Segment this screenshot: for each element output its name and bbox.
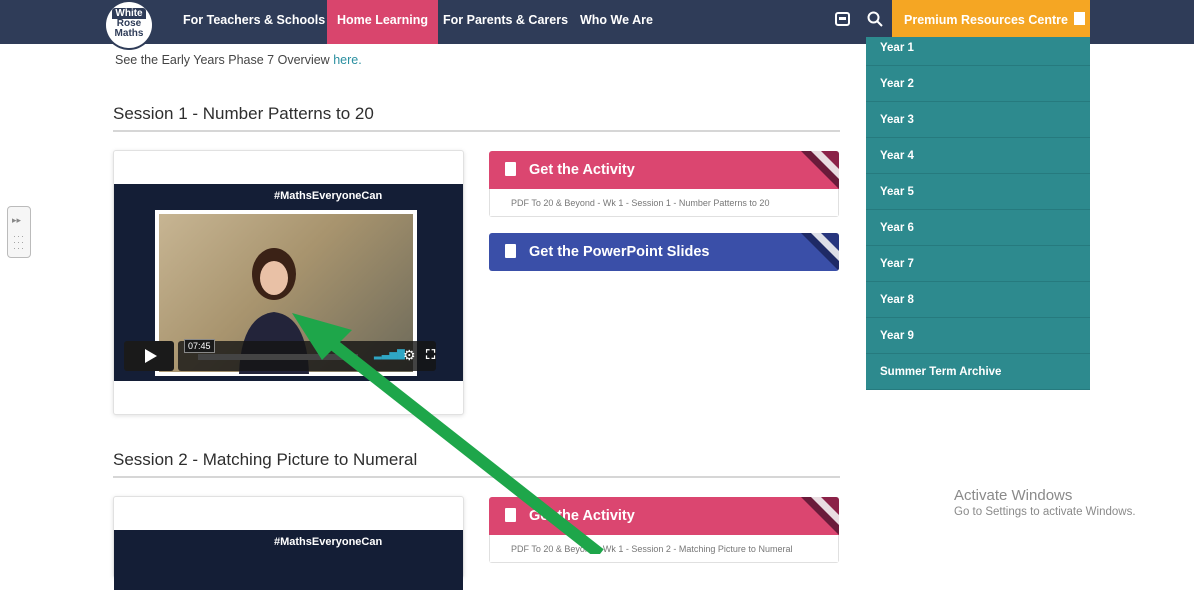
session-1-activity-file[interactable]: PDF To 20 & Beyond - Wk 1 - Session 1 - … [489,189,839,217]
get-powerpoint-label: Get the PowerPoint Slides [529,244,710,260]
volume-icon[interactable]: ▂▃▅▇ [374,349,405,360]
dropdown-year-1[interactable]: Year 1 [866,37,1090,66]
nav-link-parents-carers[interactable]: For Parents & Carers [433,0,578,44]
session-1-title: Session 1 - Number Patterns to 20 [113,104,374,123]
dropdown-year-5[interactable]: Year 5 [866,174,1090,210]
video-hashtag: #MathsEveryoneCan [274,536,383,548]
video-scrubber[interactable]: 07:45 ▂▃▅▇ ⚙ ⛶ [178,339,436,371]
nav-link-home-learning[interactable]: Home Learning [327,0,438,44]
fullscreen-icon[interactable]: ⛶ [426,347,435,363]
dropdown-year-8[interactable]: Year 8 [866,282,1090,318]
video-time: 07:45 [184,339,215,353]
gear-icon[interactable]: ⚙ [403,347,416,364]
corner-decoration-icon [801,497,839,535]
search-icon[interactable] [866,10,886,30]
overview-link[interactable]: here. [333,53,362,67]
dropdown-year-6[interactable]: Year 6 [866,210,1090,246]
dropdown-summer-term-archive[interactable]: Summer Term Archive [866,354,1090,390]
progress-track[interactable] [198,354,358,360]
basket-icon[interactable] [834,10,854,30]
get-powerpoint-button[interactable]: Get the PowerPoint Slides [489,233,839,271]
get-activity-label: Get the Activity [529,162,635,178]
overview-text: See the Early Years Phase 7 Overview her… [115,53,362,67]
grip-icon: ··· ··· ··· [13,231,25,253]
get-activity-button[interactable]: Get the Activity [489,497,839,535]
expand-icon: ▸▸ [12,215,22,225]
get-activity-label: Get the Activity [529,508,635,524]
side-panel-handle[interactable]: ▸▸ ··· ··· ··· [7,206,31,258]
home-learning-dropdown: Year 1 Year 2 Year 3 Year 4 Year 5 Year … [866,37,1090,390]
dropdown-year-9[interactable]: Year 9 [866,318,1090,354]
session-2-video-card: #MathsEveryoneCan [113,496,464,590]
activate-subtitle: Go to Settings to activate Windows. [954,506,1136,518]
corner-decoration-icon [801,151,839,189]
session-1-divider [113,130,840,132]
document-icon [505,508,516,522]
session-1-video-player[interactable]: #MathsEveryoneCan 07:45 ▂▃▅▇ ⚙ ⛶ [114,184,463,381]
logo-line-3: Maths [114,28,144,39]
session-1-powerpoint-card: Get the PowerPoint Slides [489,233,839,271]
powerpoint-icon [505,244,516,258]
document-icon [505,162,516,176]
play-icon[interactable] [124,341,174,371]
dropdown-year-4[interactable]: Year 4 [866,138,1090,174]
white-rose-maths-logo[interactable]: White Rose Maths [106,2,152,48]
get-activity-button[interactable]: Get the Activity [489,151,839,189]
session-1-video-card: #MathsEveryoneCan 07:45 ▂▃▅▇ ⚙ ⛶ [113,150,464,415]
premium-label: Premium Resources Centre [904,13,1068,27]
video-controls: 07:45 ▂▃▅▇ ⚙ ⛶ [124,339,436,371]
session-2-activity-file[interactable]: PDF To 20 & Beyond - Wk 1 - Session 2 - … [489,535,839,563]
corner-decoration-icon [801,233,839,271]
overview-prefix: See the Early Years Phase 7 Overview [115,53,330,67]
pdf-icon [1073,12,1085,26]
dropdown-year-2[interactable]: Year 2 [866,66,1090,102]
session-2-video-player[interactable]: #MathsEveryoneCan [114,530,463,590]
nav-link-who-we-are[interactable]: Who We Are [570,0,663,44]
dropdown-year-3[interactable]: Year 3 [866,102,1090,138]
session-2-activity-card: Get the Activity PDF To 20 & Beyond - Wk… [489,497,839,563]
session-2-divider [113,476,840,478]
session-2-title: Session 2 - Matching Picture to Numeral [113,450,418,469]
nav-link-teachers-schools[interactable]: For Teachers & Schools [173,0,335,44]
session-1-activity-card: Get the Activity PDF To 20 & Beyond - Wk… [489,151,839,217]
video-hashtag: #MathsEveryoneCan [274,190,383,202]
dropdown-year-7[interactable]: Year 7 [866,246,1090,282]
activate-title: Activate Windows [954,487,1073,504]
activate-windows-watermark: Activate Windows Go to Settings to activ… [954,487,1136,518]
